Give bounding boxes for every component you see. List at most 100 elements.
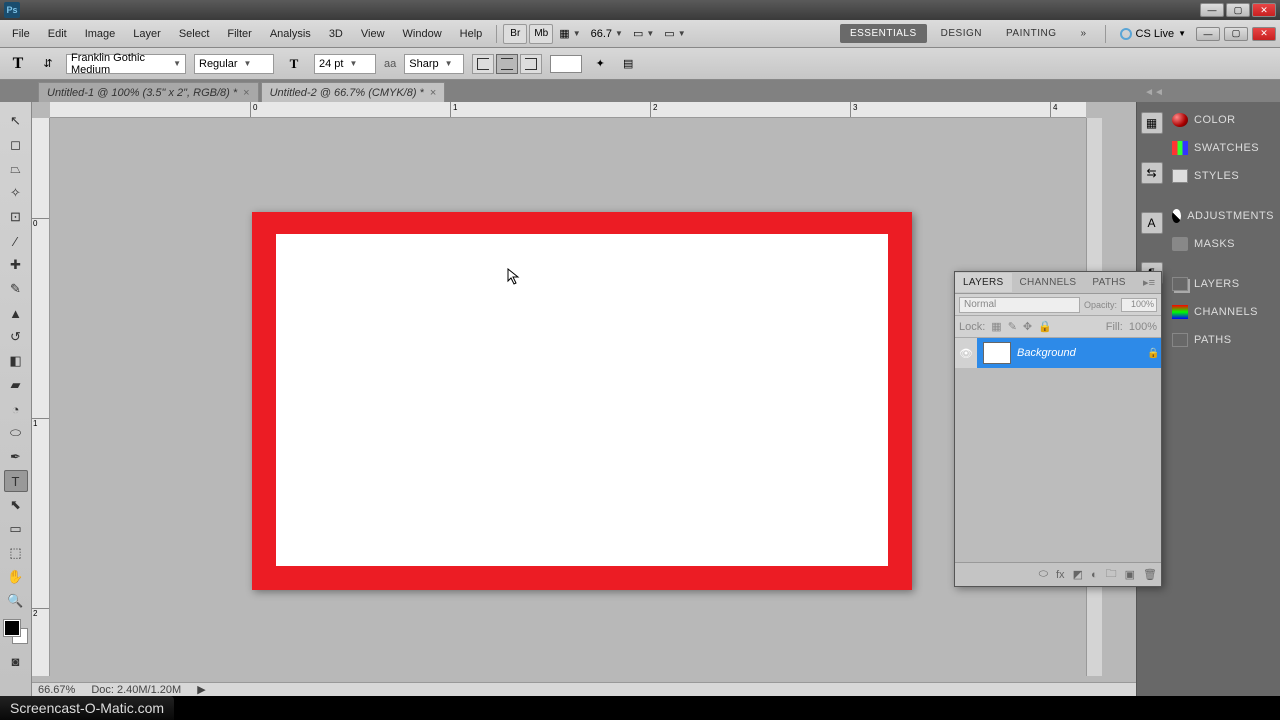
minimize-button[interactable]: — xyxy=(1200,3,1224,17)
opacity-value[interactable]: 100% xyxy=(1121,298,1157,312)
lock-position-icon[interactable]: ✥ xyxy=(1023,320,1032,333)
character-panel-icon[interactable]: ▤ xyxy=(618,54,638,74)
screen-mode-dropdown[interactable]: ▭ ▼ xyxy=(660,25,689,42)
menu-edit[interactable]: Edit xyxy=(40,24,75,44)
font-style-select[interactable]: Regular▼ xyxy=(194,54,274,74)
canvas-document[interactable] xyxy=(252,212,912,590)
lock-pixels-icon[interactable]: ✎ xyxy=(1008,320,1017,333)
blend-mode-select[interactable]: Normal xyxy=(959,297,1080,313)
layer-style-icon[interactable]: fx xyxy=(1056,569,1065,581)
menu-window[interactable]: Window xyxy=(395,24,450,44)
arrange-dropdown[interactable]: ▭ ▼ xyxy=(629,25,658,42)
text-orientation-icon[interactable]: ⇵ xyxy=(38,54,58,74)
zoom-level-dropdown[interactable]: 66.7 ▼ xyxy=(587,26,627,42)
font-family-select[interactable]: Franklin Gothic Medium▼ xyxy=(66,54,186,74)
color-panel-tab[interactable]: COLOR xyxy=(1166,106,1280,134)
antialias-select[interactable]: Sharp▼ xyxy=(404,54,464,74)
paths-panel-tab[interactable]: PATHS xyxy=(1166,326,1280,354)
pen-tool-icon[interactable]: ✒ xyxy=(4,446,28,468)
doc-tab-1[interactable]: Untitled-1 @ 100% (3.5" x 2", RGB/8) *× xyxy=(38,82,259,102)
gradient-tool-icon[interactable]: ▰ xyxy=(4,374,28,396)
new-layer-icon[interactable]: ▣ xyxy=(1125,568,1135,581)
menu-select[interactable]: Select xyxy=(171,24,218,44)
minibridge-icon[interactable]: Mb xyxy=(529,24,553,44)
character-panel-icon[interactable]: A xyxy=(1141,212,1163,234)
close-button[interactable]: ✕ xyxy=(1252,3,1276,17)
close-icon[interactable]: × xyxy=(430,87,436,99)
doc-minimize-button[interactable]: — xyxy=(1196,27,1220,41)
channels-tab[interactable]: CHANNELS xyxy=(1012,273,1085,292)
layer-mask-icon[interactable]: ◩ xyxy=(1073,568,1083,581)
link-layers-icon[interactable]: ⬭ xyxy=(1039,568,1048,581)
channels-panel-tab[interactable]: CHANNELS xyxy=(1166,298,1280,326)
align-right-button[interactable] xyxy=(520,54,542,74)
text-color-swatch[interactable] xyxy=(550,55,582,73)
layer-name[interactable]: Background xyxy=(1017,347,1147,359)
quickmask-tool-icon[interactable]: ◙ xyxy=(4,650,28,672)
magic-wand-tool-icon[interactable]: ✧ xyxy=(4,182,28,204)
workspace-painting[interactable]: PAINTING xyxy=(996,24,1066,43)
swatches-panel-tab[interactable]: SWATCHES xyxy=(1166,134,1280,162)
adjustment-layer-icon[interactable]: ◐ xyxy=(1091,569,1098,581)
visibility-icon[interactable]: 👁 xyxy=(955,338,977,368)
menu-filter[interactable]: Filter xyxy=(219,24,259,44)
maximize-button[interactable]: ▢ xyxy=(1226,3,1250,17)
adjustments-panel-tab[interactable]: ADJUSTMENTS xyxy=(1166,202,1280,230)
layer-group-icon[interactable]: 🗀 xyxy=(1106,565,1117,584)
font-size-select[interactable]: 24 pt▼ xyxy=(314,54,376,74)
panel-collapse-icon[interactable]: ◄◄ xyxy=(1146,84,1162,100)
marquee-tool-icon[interactable]: ◻ xyxy=(4,134,28,156)
workspace-more[interactable]: » xyxy=(1070,24,1096,43)
doc-maximize-button[interactable]: ▢ xyxy=(1224,27,1248,41)
healing-brush-tool-icon[interactable]: ✚ xyxy=(4,254,28,276)
doc-tab-2[interactable]: Untitled-2 @ 66.7% (CMYK/8) *× xyxy=(261,82,446,102)
layers-panel-tab[interactable]: LAYERS xyxy=(1166,270,1280,298)
styles-panel-tab[interactable]: STYLES xyxy=(1166,162,1280,190)
type-tool-icon[interactable]: T xyxy=(6,52,30,76)
menu-image[interactable]: Image xyxy=(77,24,124,44)
lock-transparent-icon[interactable]: ▦ xyxy=(991,320,1001,333)
history-brush-tool-icon[interactable]: ↺ xyxy=(4,326,28,348)
menu-view[interactable]: View xyxy=(353,24,393,44)
crop-tool-icon[interactable]: ⊡ xyxy=(4,206,28,228)
color-swatches[interactable] xyxy=(4,620,28,648)
move-tool-icon[interactable]: ↖ xyxy=(4,110,28,132)
eyedropper-tool-icon[interactable]: ⁄ xyxy=(4,230,28,252)
close-icon[interactable]: × xyxy=(243,87,249,99)
lock-all-icon[interactable]: 🔒 xyxy=(1038,320,1052,333)
shape-tool-icon[interactable]: ▭ xyxy=(4,518,28,540)
layers-panel[interactable]: LAYERS CHANNELS PATHS ▸≡ Normal Opacity:… xyxy=(954,271,1162,587)
clone-stamp-tool-icon[interactable]: ▲ xyxy=(4,302,28,324)
layer-thumbnail[interactable] xyxy=(983,342,1011,364)
nav-panel-icon[interactable]: ⇆ xyxy=(1141,162,1163,184)
foreground-color-swatch[interactable] xyxy=(4,620,20,636)
workspace-essentials[interactable]: ESSENTIALS xyxy=(840,24,927,43)
masks-panel-tab[interactable]: MASKS xyxy=(1166,230,1280,258)
menu-layer[interactable]: Layer xyxy=(125,24,169,44)
eraser-tool-icon[interactable]: ◧ xyxy=(4,350,28,372)
history-panel-icon[interactable]: ▦ xyxy=(1141,112,1163,134)
align-center-button[interactable] xyxy=(496,54,518,74)
panel-menu-icon[interactable]: ▸≡ xyxy=(1137,276,1161,289)
menu-analysis[interactable]: Analysis xyxy=(262,24,319,44)
warp-text-icon[interactable]: ✦ xyxy=(590,54,610,74)
dodge-tool-icon[interactable]: ⬭ xyxy=(4,422,28,444)
cs-live-button[interactable]: CS Live ▼ xyxy=(1114,28,1192,40)
menu-3d[interactable]: 3D xyxy=(321,24,351,44)
menu-file[interactable]: File xyxy=(4,24,38,44)
doc-close-button[interactable]: ✕ xyxy=(1252,27,1276,41)
path-select-tool-icon[interactable]: ⬉ xyxy=(4,494,28,516)
zoom-tool-icon[interactable]: 🔍 xyxy=(4,590,28,612)
fill-value[interactable]: 100% xyxy=(1129,321,1157,333)
menu-help[interactable]: Help xyxy=(452,24,491,44)
view-extras-dropdown[interactable]: ▦ ▼ xyxy=(555,25,584,42)
brush-tool-icon[interactable]: ✎ xyxy=(4,278,28,300)
lasso-tool-icon[interactable]: ⏢ xyxy=(4,158,28,180)
bridge-icon[interactable]: Br xyxy=(503,24,527,44)
type-tool-icon[interactable]: T xyxy=(4,470,28,492)
hand-tool-icon[interactable]: ✋ xyxy=(4,566,28,588)
delete-layer-icon[interactable]: 🗑 xyxy=(1143,568,1157,581)
blur-tool-icon[interactable]: ◔ xyxy=(4,398,28,420)
3d-tool-icon[interactable]: ⬚ xyxy=(4,542,28,564)
paths-tab[interactable]: PATHS xyxy=(1084,273,1133,292)
